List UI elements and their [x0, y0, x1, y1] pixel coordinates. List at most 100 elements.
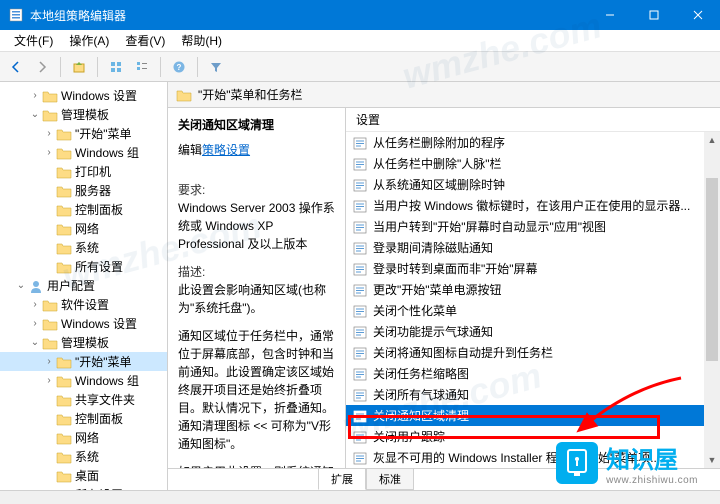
setting-item[interactable]: 从任务栏中删除"人脉"栏: [346, 153, 720, 174]
menu-help[interactable]: 帮助(H): [173, 30, 230, 51]
tree-node[interactable]: ›Windows 设置: [0, 314, 167, 333]
setting-item[interactable]: 登录时转到桌面而非"开始"屏幕: [346, 258, 720, 279]
setting-item[interactable]: 关闭个性化菜单: [346, 300, 720, 321]
status-bar: [0, 490, 720, 504]
expand-icon[interactable]: [42, 165, 56, 179]
setting-item[interactable]: 当用户按 Windows 徽标键时，在该用户正在使用的显示器...: [346, 195, 720, 216]
tab-extended[interactable]: 扩展: [318, 469, 366, 490]
expand-icon[interactable]: [42, 431, 56, 445]
toolbar-separator: [160, 57, 161, 77]
tree-label: 管理模板: [61, 106, 109, 123]
expand-icon[interactable]: [42, 184, 56, 198]
tab-standard[interactable]: 标准: [366, 469, 414, 490]
tree-node[interactable]: ⌄ 管理模板: [0, 105, 167, 124]
tree-label: 网络: [75, 429, 99, 446]
content: ›Windows 设置⌄管理模板›"开始"菜单›Windows 组打印机服务器控…: [0, 82, 720, 490]
setting-label: 关闭任务栏缩略图: [373, 365, 469, 382]
forward-button[interactable]: [30, 55, 54, 79]
setting-item[interactable]: 更改"开始"菜单电源按钮: [346, 279, 720, 300]
tree-node[interactable]: 系统: [0, 238, 167, 257]
minimize-button[interactable]: [588, 0, 632, 30]
filter-button[interactable]: [204, 55, 228, 79]
tree-node[interactable]: 控制面板: [0, 200, 167, 219]
tree-node[interactable]: › "开始"菜单: [0, 352, 167, 371]
tree-node[interactable]: 网络: [0, 219, 167, 238]
scroll-down-button[interactable]: ▼: [704, 452, 720, 468]
expand-icon[interactable]: ›: [42, 146, 56, 160]
settings-list[interactable]: 从任务栏删除附加的程序从任务栏中删除"人脉"栏从系统通知区域删除时钟当用户按 W…: [346, 132, 720, 468]
expand-icon[interactable]: ⌄: [28, 336, 42, 350]
expand-icon[interactable]: ›: [42, 374, 56, 388]
tree-node[interactable]: 所有设置: [0, 485, 167, 490]
setting-item[interactable]: 关闭所有气球通知: [346, 384, 720, 405]
tree-node[interactable]: 打印机: [0, 162, 167, 181]
menu-view[interactable]: 查看(V): [117, 30, 173, 51]
expand-icon[interactable]: [42, 412, 56, 426]
tree-node[interactable]: 所有设置: [0, 257, 167, 276]
tree-node[interactable]: 网络: [0, 428, 167, 447]
menu-action[interactable]: 操作(A): [61, 30, 117, 51]
tree-node[interactable]: 系统: [0, 447, 167, 466]
scroll-track[interactable]: [704, 148, 720, 452]
expand-icon[interactable]: [42, 393, 56, 407]
window-titlebar[interactable]: 本地组策略编辑器: [0, 0, 720, 30]
close-button[interactable]: [676, 0, 720, 30]
expand-icon[interactable]: [42, 203, 56, 217]
setting-label: 从系统通知区域删除时钟: [373, 176, 505, 193]
setting-item[interactable]: 关闭将通知图标自动提升到任务栏: [346, 342, 720, 363]
maximize-button[interactable]: [632, 0, 676, 30]
vertical-scrollbar[interactable]: ▲ ▼: [704, 132, 720, 468]
setting-item[interactable]: 当用户转到"开始"屏幕时自动显示"应用"视图: [346, 216, 720, 237]
scroll-thumb[interactable]: [706, 178, 718, 360]
tree-node[interactable]: ⌄用户配置: [0, 276, 167, 295]
expand-icon[interactable]: [42, 488, 56, 491]
policy-icon: [352, 177, 368, 193]
toolbar-separator: [197, 57, 198, 77]
expand-icon[interactable]: [42, 450, 56, 464]
expand-icon[interactable]: ›: [28, 298, 42, 312]
expand-icon[interactable]: [42, 241, 56, 255]
back-button[interactable]: [4, 55, 28, 79]
tree-node[interactable]: 服务器: [0, 181, 167, 200]
expand-icon[interactable]: ⌄: [14, 279, 28, 293]
policy-icon: [352, 366, 368, 382]
tree-node[interactable]: ›"开始"菜单: [0, 124, 167, 143]
view-icons-button[interactable]: [104, 55, 128, 79]
expand-icon[interactable]: ›: [42, 355, 56, 369]
window-title: 本地组策略编辑器: [30, 7, 588, 24]
expand-icon[interactable]: [42, 260, 56, 274]
setting-item[interactable]: 登录期间清除磁贴通知: [346, 237, 720, 258]
expand-icon[interactable]: ⌄: [28, 108, 42, 122]
expand-icon[interactable]: ›: [28, 317, 42, 331]
menu-file[interactable]: 文件(F): [6, 30, 61, 51]
edit-prefix: 编辑: [178, 143, 202, 157]
tree-node[interactable]: ›Windows 设置: [0, 86, 167, 105]
expand-icon[interactable]: [42, 469, 56, 483]
tree-node[interactable]: ⌄管理模板: [0, 333, 167, 352]
expand-icon[interactable]: ›: [28, 89, 42, 103]
svg-text:?: ?: [177, 63, 182, 72]
setting-label: 登录期间清除磁贴通知: [373, 239, 493, 256]
tree-label: "开始"菜单: [75, 353, 132, 370]
tree-node[interactable]: 共享文件夹: [0, 390, 167, 409]
tree-label: 桌面: [75, 467, 99, 484]
tree-node[interactable]: ›Windows 组: [0, 371, 167, 390]
setting-item[interactable]: 关闭通知区域清理: [346, 405, 720, 426]
scroll-up-button[interactable]: ▲: [704, 132, 720, 148]
tree-node[interactable]: ›软件设置: [0, 295, 167, 314]
edit-policy-link[interactable]: 策略设置: [202, 141, 250, 159]
tree-node[interactable]: ›Windows 组: [0, 143, 167, 162]
tree-node[interactable]: 控制面板: [0, 409, 167, 428]
setting-item[interactable]: 关闭功能提示气球通知: [346, 321, 720, 342]
setting-item[interactable]: 关闭任务栏缩略图: [346, 363, 720, 384]
help-button[interactable]: ?: [167, 55, 191, 79]
view-list-button[interactable]: [130, 55, 154, 79]
expand-icon[interactable]: [42, 222, 56, 236]
settings-header[interactable]: 设置: [346, 108, 720, 132]
tree-panel[interactable]: ›Windows 设置⌄管理模板›"开始"菜单›Windows 组打印机服务器控…: [0, 82, 168, 490]
setting-item[interactable]: 从任务栏删除附加的程序: [346, 132, 720, 153]
expand-icon[interactable]: ›: [42, 127, 56, 141]
setting-item[interactable]: 从系统通知区域删除时钟: [346, 174, 720, 195]
up-button[interactable]: [67, 55, 91, 79]
tree-node[interactable]: 桌面: [0, 466, 167, 485]
